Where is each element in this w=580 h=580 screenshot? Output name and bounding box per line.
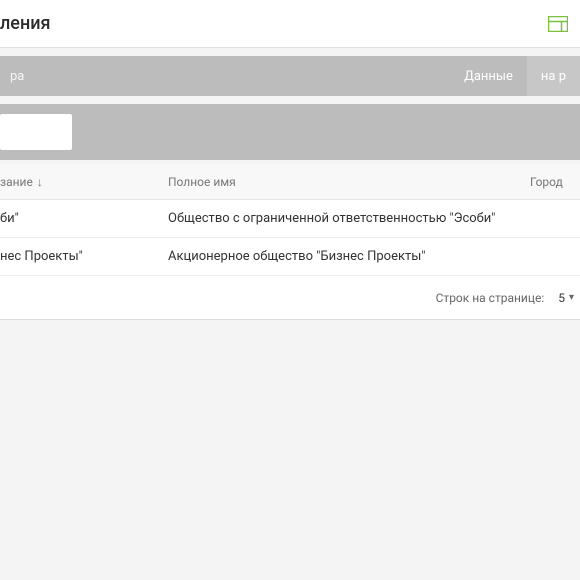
- header-bar: ления: [0, 0, 580, 48]
- data-table: зание ↓ Полное имя Город би" Общество с …: [0, 164, 580, 320]
- cell-name: би": [0, 211, 168, 226]
- page-size-select[interactable]: 5 ▾: [558, 291, 574, 305]
- page-size-value: 5: [558, 291, 565, 305]
- filter-bar: [0, 104, 580, 160]
- column-header-name-label: зание: [0, 175, 33, 189]
- pagination-bar: Строк на странице: 5 ▾: [0, 276, 580, 320]
- page-title: ления: [0, 13, 50, 34]
- column-header-name[interactable]: зание ↓: [0, 175, 168, 189]
- cell-name: нес Проекты": [0, 249, 168, 264]
- table-layout-icon[interactable]: [548, 16, 568, 32]
- table-row[interactable]: би" Общество с ограниченной ответственно…: [0, 200, 580, 238]
- rows-per-page-label: Строк на странице:: [436, 291, 545, 305]
- tab-na-r[interactable]: на р: [527, 56, 580, 96]
- tab-left-fragment: ра: [0, 69, 34, 84]
- column-header-city[interactable]: Город: [530, 175, 580, 189]
- cell-fullname: Акционерное общество "Бизнес Проекты": [168, 249, 530, 264]
- caret-down-icon: ▾: [569, 292, 574, 303]
- tab-data[interactable]: Данные: [450, 56, 527, 96]
- table-row[interactable]: нес Проекты" Акционерное общество "Бизне…: [0, 238, 580, 276]
- cell-fullname: Общество с ограниченной ответственностью…: [168, 211, 530, 226]
- column-header-fullname[interactable]: Полное имя: [168, 175, 530, 189]
- tabs-bar: ра Данные на р: [0, 56, 580, 96]
- filter-input[interactable]: [0, 114, 72, 150]
- table-header: зание ↓ Полное имя Город: [0, 164, 580, 200]
- sort-arrow-icon: ↓: [37, 175, 43, 189]
